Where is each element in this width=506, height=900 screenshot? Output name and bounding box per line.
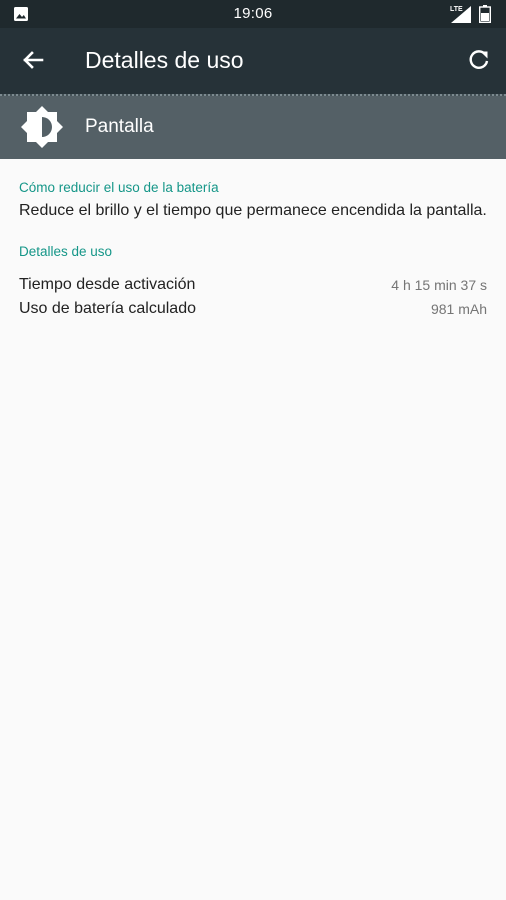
app-name: Pantalla — [85, 116, 154, 137]
usage-row-label: Uso de batería calculado — [19, 300, 196, 317]
usage-row-label: Tiempo desde activación — [19, 276, 196, 293]
refresh-icon[interactable] — [462, 43, 496, 77]
page-title: Detalles de uso — [85, 47, 244, 73]
tips-text: Reduce el brillo y el tiempo que permane… — [19, 202, 487, 219]
battery-icon — [479, 5, 491, 23]
app-bar: Detalles de uso — [0, 28, 506, 94]
usage-row-battery: Uso de batería calculado 981 mAh — [19, 300, 487, 324]
arrow-back-icon[interactable] — [16, 43, 50, 77]
app-header: Pantalla — [0, 96, 506, 159]
usage-row-active-time: Tiempo desde activación 4 h 15 min 37 s — [19, 276, 487, 300]
brightness-icon — [21, 106, 63, 148]
usage-row-value: 981 mAh — [430, 301, 487, 317]
status-bar: 19:06 LTE — [0, 0, 506, 28]
status-time: 19:06 — [233, 5, 273, 22]
usage-row-value: 4 h 15 min 37 s — [391, 277, 487, 293]
tips-heading: Cómo reducir el uso de la batería — [19, 180, 219, 195]
signal-icon — [451, 6, 471, 23]
usage-heading: Detalles de uso — [19, 244, 113, 259]
